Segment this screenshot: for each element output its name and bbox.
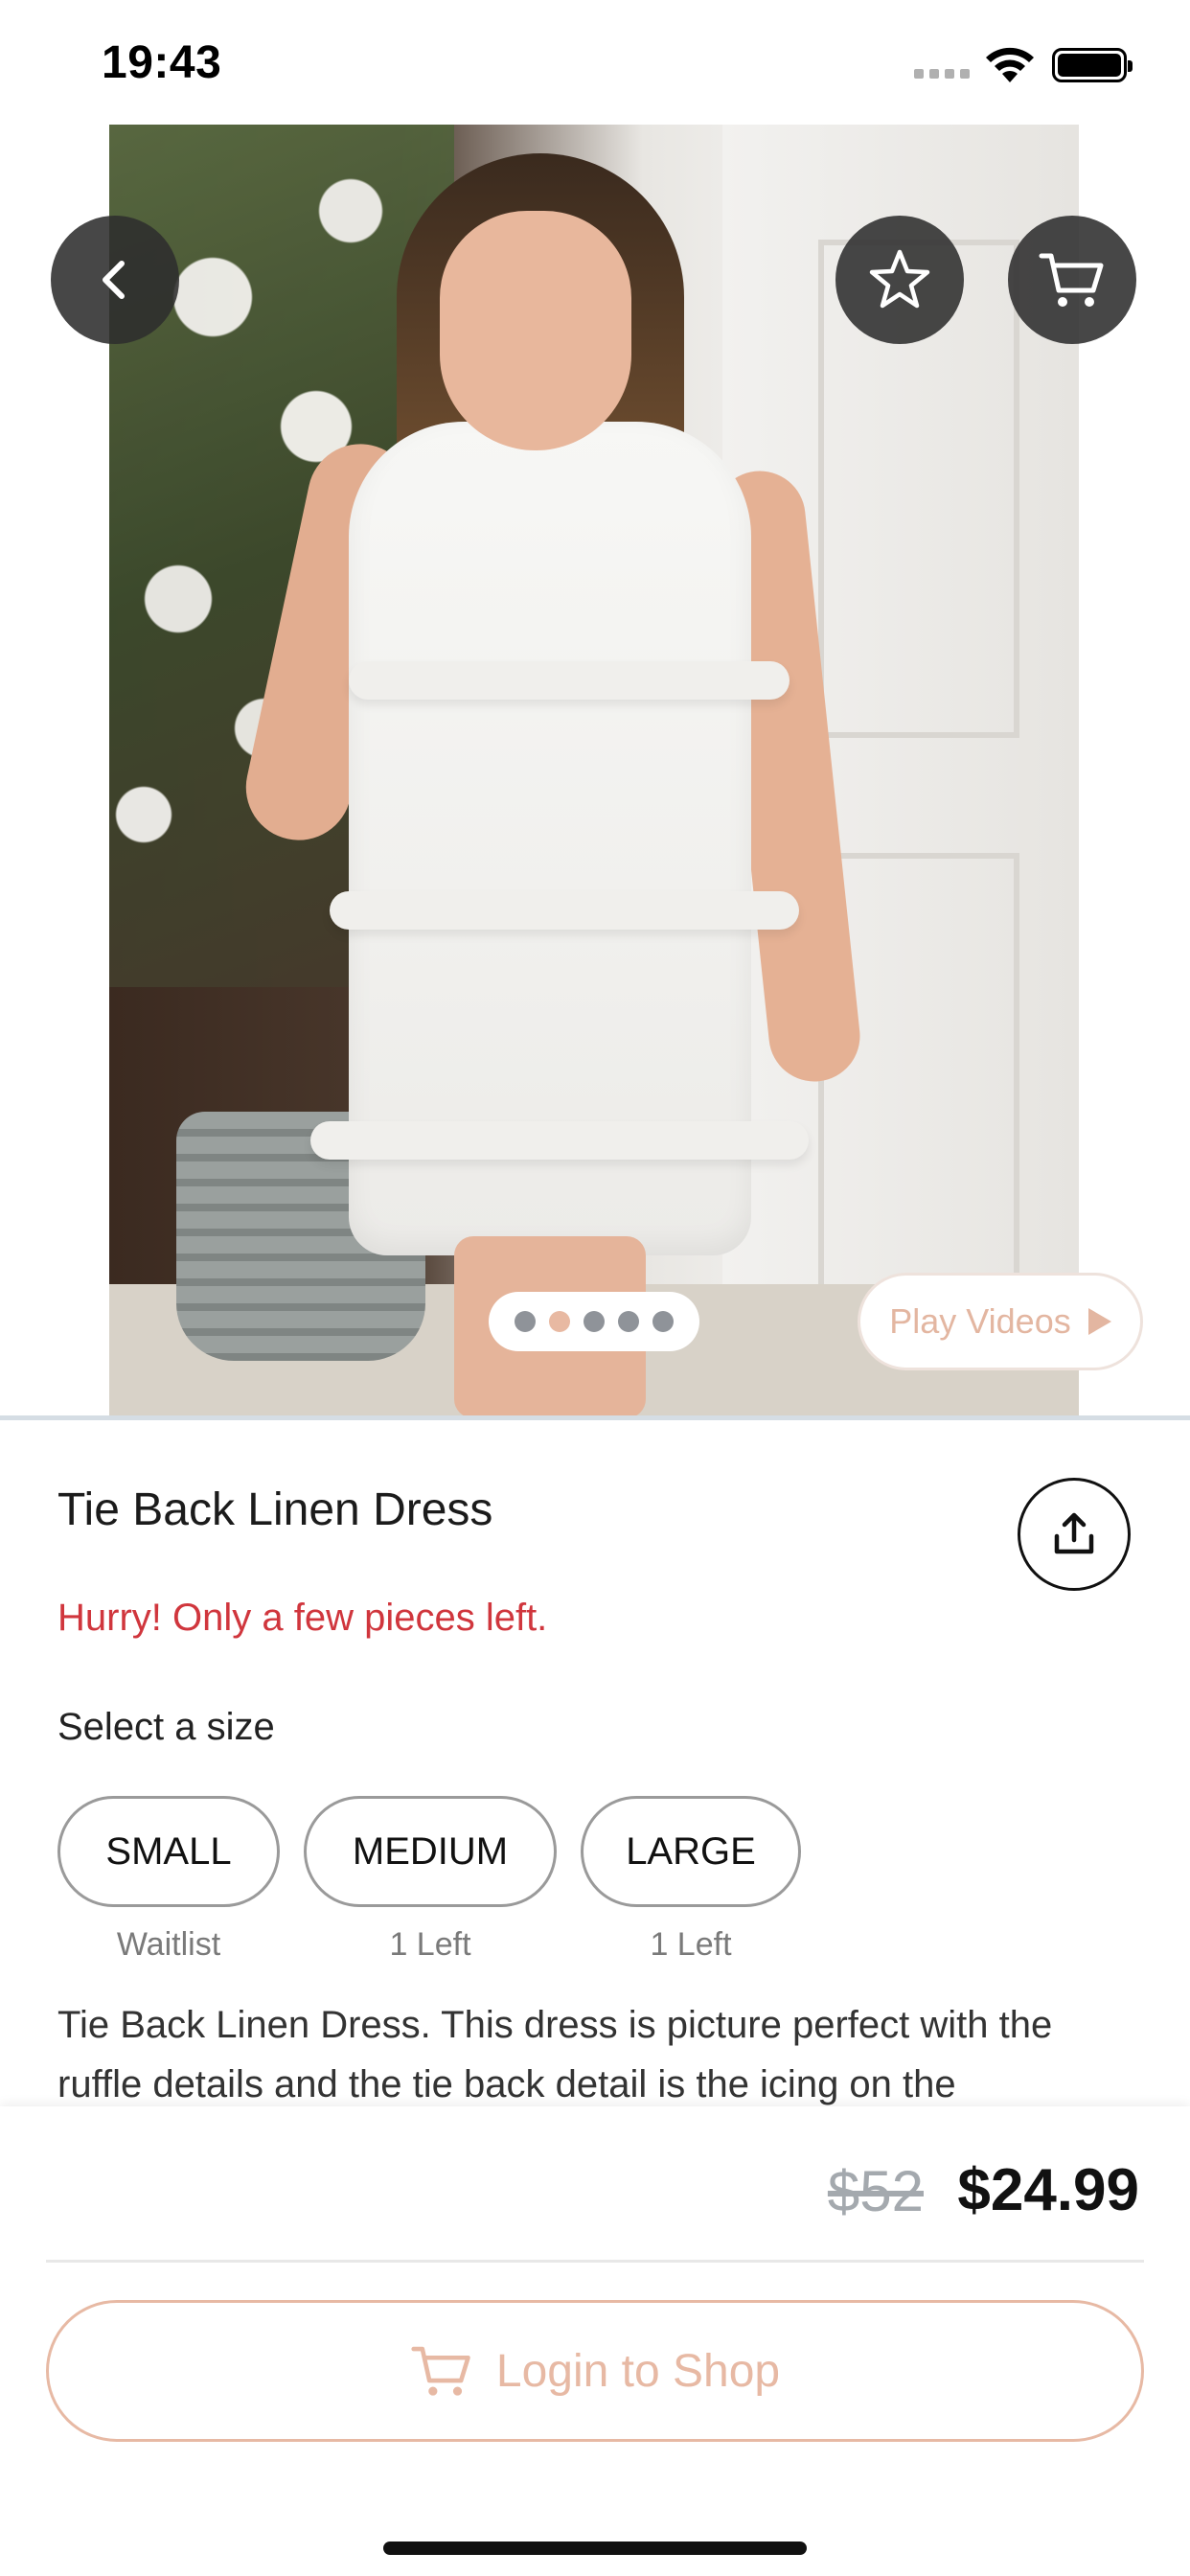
status-time: 19:43 <box>102 37 222 88</box>
stock-warning: Hurry! Only a few pieces left. <box>57 1597 548 1639</box>
gallery-dot[interactable] <box>549 1311 570 1332</box>
original-price: $52 <box>827 2159 924 2223</box>
gallery-dot[interactable] <box>652 1311 674 1332</box>
login-to-shop-button[interactable]: Login to Shop <box>46 2300 1144 2442</box>
share-button[interactable] <box>1018 1478 1131 1591</box>
cart-icon <box>1039 253 1104 307</box>
size-availability-medium: 1 Left <box>389 1926 471 1963</box>
product-description: Tie Back Linen Dress. This dress is pict… <box>57 2004 1053 2105</box>
gallery-dot[interactable] <box>515 1311 536 1332</box>
play-videos-label: Play Videos <box>889 1301 1071 1341</box>
login-to-shop-label: Login to Shop <box>495 2345 781 2397</box>
product-gallery[interactable]: Play Videos <box>0 125 1190 1418</box>
size-prompt: Select a size <box>57 1706 275 1748</box>
gallery-dot[interactable] <box>584 1311 605 1332</box>
wifi-icon <box>986 47 1034 82</box>
size-option-medium[interactable]: MEDIUM <box>304 1796 557 1907</box>
gallery-dot[interactable] <box>618 1311 639 1332</box>
product-title: Tie Back Linen Dress <box>57 1484 493 1535</box>
back-button[interactable] <box>51 216 179 344</box>
status-bar: 19:43 <box>0 0 1190 125</box>
cart-button[interactable] <box>1008 216 1136 344</box>
divider <box>46 2260 1144 2263</box>
gallery-pagination[interactable] <box>489 1292 699 1351</box>
chevron-left-icon <box>103 261 125 299</box>
divider <box>0 1415 1190 1420</box>
size-option-small[interactable]: SMALL <box>57 1796 280 1907</box>
play-icon <box>1087 1308 1111 1335</box>
share-icon <box>1054 1512 1094 1554</box>
battery-icon <box>1052 48 1133 82</box>
sale-price: $24.99 <box>957 2157 1139 2223</box>
star-icon <box>869 249 930 309</box>
size-availability-small: Waitlist <box>116 1926 221 1963</box>
size-option-large[interactable]: LARGE <box>581 1796 801 1907</box>
play-videos-button[interactable]: Play Videos <box>858 1273 1143 1370</box>
cellular-signal-icon <box>914 69 970 79</box>
cart-icon <box>411 2346 470 2396</box>
purchase-bar: $52 $24.99 Login to Shop <box>0 2106 1190 2576</box>
home-indicator[interactable] <box>383 2542 807 2555</box>
size-availability-large: 1 Left <box>650 1926 732 1963</box>
favorite-button[interactable] <box>835 216 964 344</box>
